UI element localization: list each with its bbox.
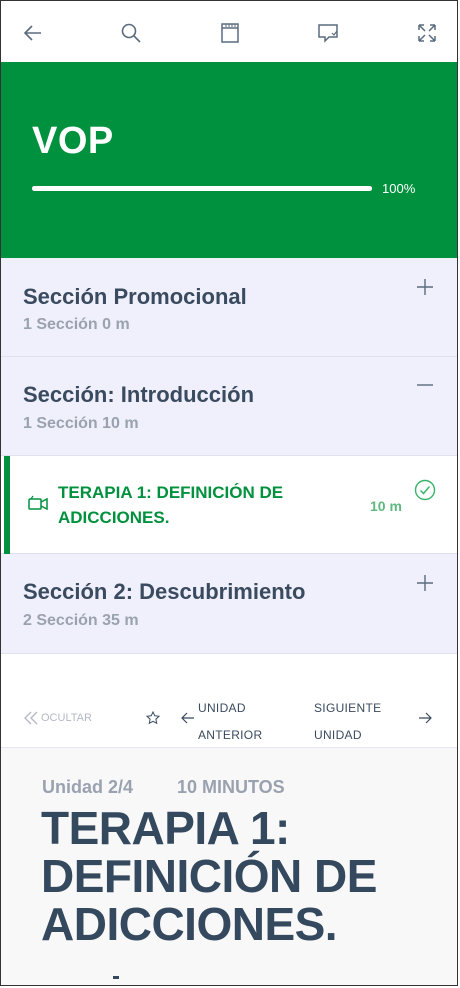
unit-navigation-bar: OCULTAR UNIDAD ANTERIOR SIGUIENTE UNIDAD [1, 685, 457, 748]
course-progress-bar [32, 186, 372, 191]
double-chevron-left-icon [24, 711, 38, 725]
hide-sidebar-label: OCULTAR [41, 712, 92, 724]
notebook-icon[interactable] [218, 21, 242, 45]
section-title: Sección 2: Descubrimiento [23, 579, 306, 604]
collapse-minus-icon[interactable] [415, 375, 435, 395]
chat-icon[interactable] [316, 21, 340, 45]
expand-plus-icon[interactable] [415, 277, 435, 297]
previous-unit-label: UNIDAD ANTERIOR [198, 701, 263, 742]
lesson-active-indicator [4, 456, 10, 554]
arrow-left-icon [181, 711, 195, 725]
section-promocional[interactable]: Sección Promocional 1 Sección 0 m [1, 258, 457, 357]
bookmark-star-icon[interactable] [146, 711, 160, 725]
unit-content: Unidad 2/4 10 MINUTOS TERAPIA 1: DEFINIC… [1, 748, 457, 985]
section-meta: 2 Sección 35 m [23, 612, 139, 629]
completed-check-icon [414, 479, 436, 501]
back-arrow-icon[interactable] [21, 21, 45, 45]
lesson-item-active[interactable]: TERAPIA 1: DEFINICIÓN DE ADICCIONES. 10 … [1, 456, 457, 554]
next-unit-label: SIGUIENTE UNIDAD [314, 701, 382, 742]
lesson-title: TERAPIA 1: DEFINICIÓN DE ADICCIONES. [58, 483, 284, 527]
content-continuation [113, 976, 119, 979]
unit-duration: 10 MINUTOS [177, 777, 285, 797]
section-meta: 1 Sección 0 m [23, 316, 130, 333]
course-title: VOP [32, 120, 114, 162]
course-progress-fill [32, 186, 372, 191]
top-toolbar [1, 1, 457, 62]
expand-plus-icon[interactable] [415, 573, 435, 593]
unit-title: TERAPIA 1: DEFINICIÓN DE ADICCIONES. [41, 802, 377, 950]
course-progress-label: 100% [382, 181, 416, 196]
hide-sidebar-button[interactable]: OCULTAR [23, 711, 92, 725]
video-camera-icon [27, 493, 49, 513]
search-icon[interactable] [119, 21, 143, 45]
unit-counter: Unidad 2/4 [42, 777, 134, 797]
section-meta: 1 Sección 10 m [23, 415, 139, 432]
section-descubrimiento[interactable]: Sección 2: Descubrimiento 2 Sección 35 m [1, 554, 457, 654]
section-title: Sección: Introducción [23, 382, 255, 407]
section-introduccion[interactable]: Sección: Introducción 1 Sección 10 m [1, 357, 457, 456]
fullscreen-icon[interactable] [415, 21, 439, 45]
arrow-right-icon [418, 711, 432, 725]
course-header: VOP 100% [1, 62, 457, 258]
app-frame: VOP 100% Sección Promocional 1 Sección 0… [0, 0, 458, 986]
lesson-duration: 10 m [370, 498, 402, 514]
section-title: Sección Promocional [23, 284, 247, 309]
